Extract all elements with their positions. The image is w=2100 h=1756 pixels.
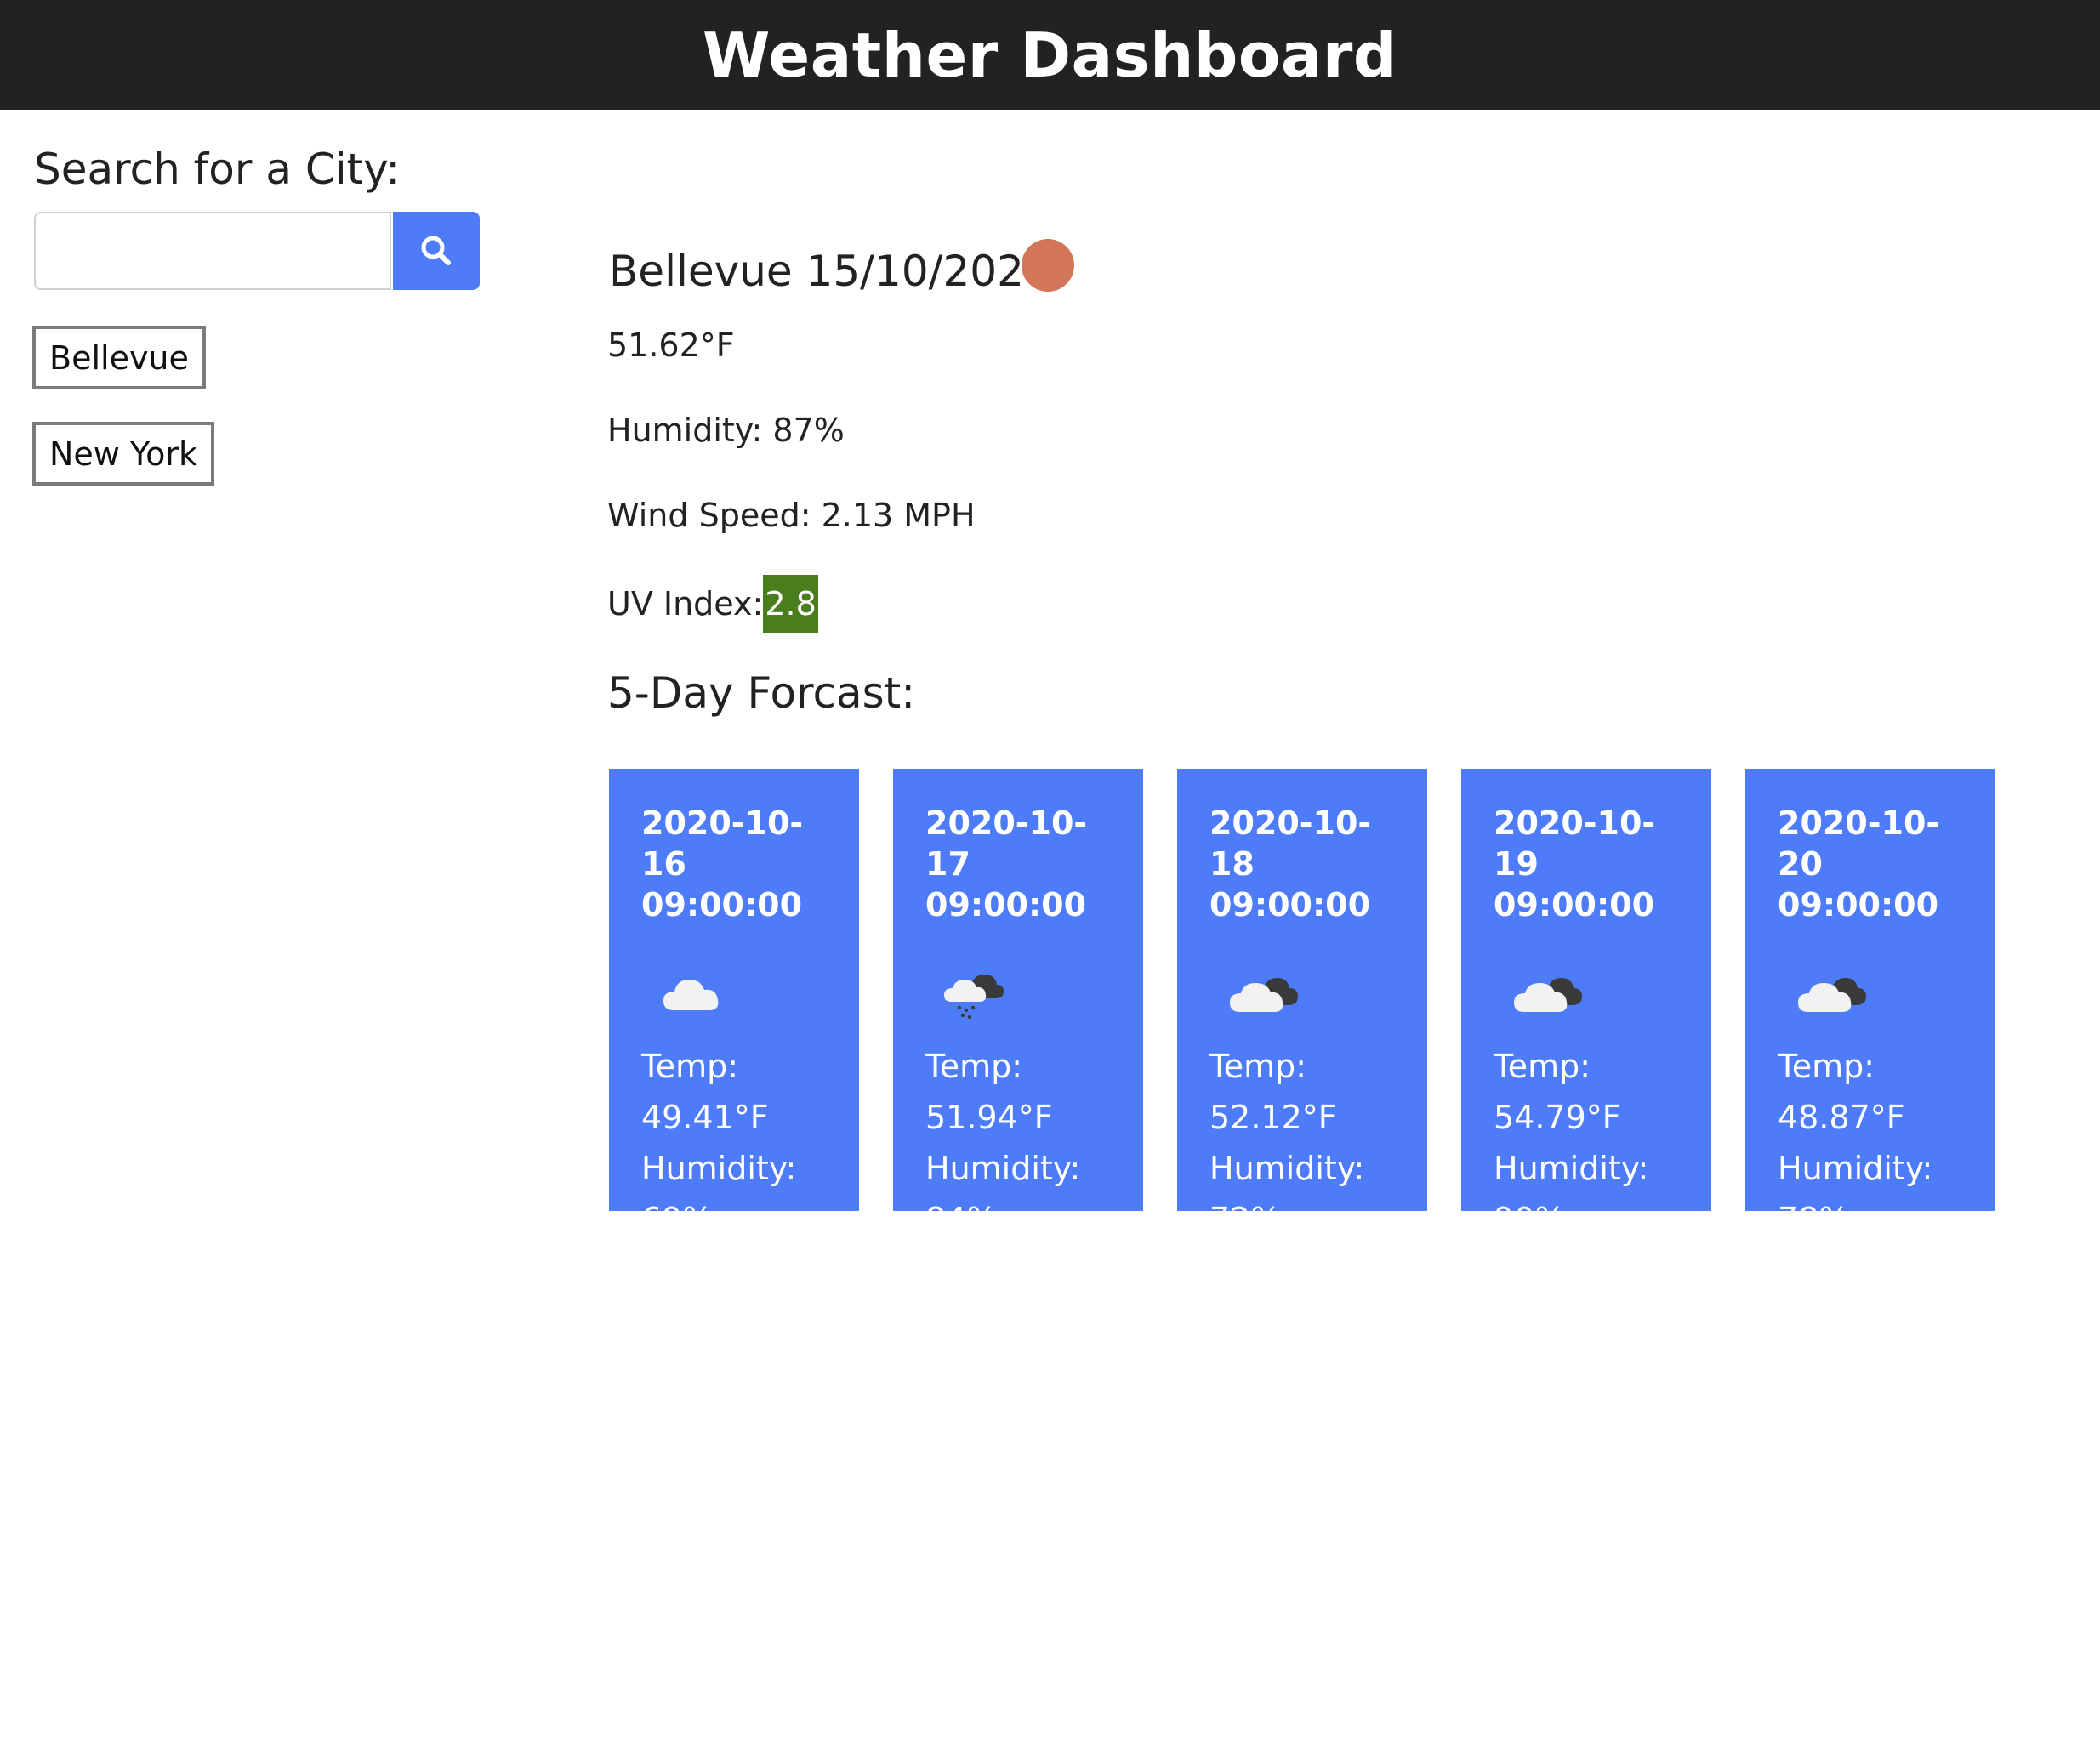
search-button[interactable] [393, 212, 480, 290]
forecast-card: 2020-10-20 09:00:00 Temp: 48.87°F Humidi… [1745, 769, 1995, 1211]
forecast-humidity-label: Humidity: [1494, 1150, 1649, 1187]
forecast-humidity: 90% [1494, 1194, 1711, 1211]
forecast-date: 2020-10-18 09:00:00 [1209, 804, 1372, 923]
forecast-temp: 49.41°F [641, 1099, 769, 1136]
forecast-temp-label: Temp: [1778, 1048, 1875, 1085]
forecast-humidity: 69% [641, 1194, 859, 1211]
broken-clouds-icon [1514, 978, 1582, 1012]
forecast-card: 2020-10-16 09:00:00 Temp: 49.41°F Humidi… [609, 769, 859, 1211]
forecast-temp-label: Temp: [1494, 1048, 1591, 1085]
forecast-humidity: 84% [925, 1194, 1143, 1211]
forecast-temp-label: Temp: [641, 1048, 739, 1085]
forecast-date: 2020-10-20 09:00:00 [1778, 804, 1940, 923]
current-uv-index: UV Index: 2.8 [607, 575, 818, 633]
forecast-card: 2020-10-17 09:00:00 Temp: 51.94°F Humidi… [893, 769, 1143, 1211]
city-search-input[interactable] [34, 212, 391, 290]
forecast-card: 2020-10-18 09:00:00 Temp: 52.12°F Humidi… [1177, 769, 1427, 1211]
forecast-humidity-label: Humidity: [641, 1150, 797, 1187]
forecast-date: 2020-10-16 09:00:00 [641, 804, 804, 923]
forecast-temp-label: Temp: [925, 1048, 1023, 1085]
current-temperature: 51.62°F [607, 327, 735, 364]
forecast-temp-label: Temp: [1209, 1048, 1307, 1085]
forecast-temp: 52.12°F [1209, 1099, 1337, 1136]
forecast-date: 2020-10-19 09:00:00 [1494, 804, 1656, 923]
current-city-title: Bellevue 15/10/2020 [609, 247, 1051, 296]
weather-icon [1022, 239, 1074, 292]
history-city-bellevue[interactable]: Bellevue [32, 326, 206, 389]
current-wind-speed: Wind Speed: 2.13 MPH [607, 497, 976, 534]
forecast-date: 2020-10-17 09:00:00 [925, 804, 1088, 923]
page-title: Weather Dashboard [703, 19, 1397, 91]
forecast-heading: 5-Day Forcast: [607, 668, 916, 718]
broken-clouds-icon [1798, 978, 1866, 1012]
broken-clouds-icon [1230, 978, 1298, 1012]
forecast-humidity-label: Humidity: [1209, 1150, 1365, 1187]
forecast-humidity: 78% [1778, 1194, 1995, 1211]
forecast-temp: 48.87°F [1778, 1099, 1905, 1136]
forecast-humidity-label: Humidity: [1778, 1150, 1933, 1187]
current-humidity: Humidity: 87% [607, 412, 845, 449]
forecast-card: 2020-10-19 09:00:00 Temp: 54.79°F Humidi… [1461, 769, 1711, 1211]
forecast-temp: 54.79°F [1494, 1099, 1621, 1136]
uv-index-label: UV Index: [607, 585, 764, 622]
search-icon [421, 236, 451, 265]
cloud-icon [663, 980, 719, 1010]
forecast-humidity-label: Humidity: [925, 1150, 1081, 1187]
search-label: Search for a City: [34, 145, 401, 194]
uv-index-badge: 2.8 [763, 575, 818, 633]
history-city-new-york[interactable]: New York [32, 422, 215, 486]
forecast-row: 2020-10-16 09:00:00 Temp: 49.41°F Humidi… [609, 769, 1995, 1211]
app-header: Weather Dashboard [0, 0, 2100, 110]
forecast-humidity: 72% [1209, 1194, 1427, 1211]
rain-cloud-icon [944, 975, 1004, 1020]
forecast-temp: 51.94°F [925, 1099, 1053, 1136]
